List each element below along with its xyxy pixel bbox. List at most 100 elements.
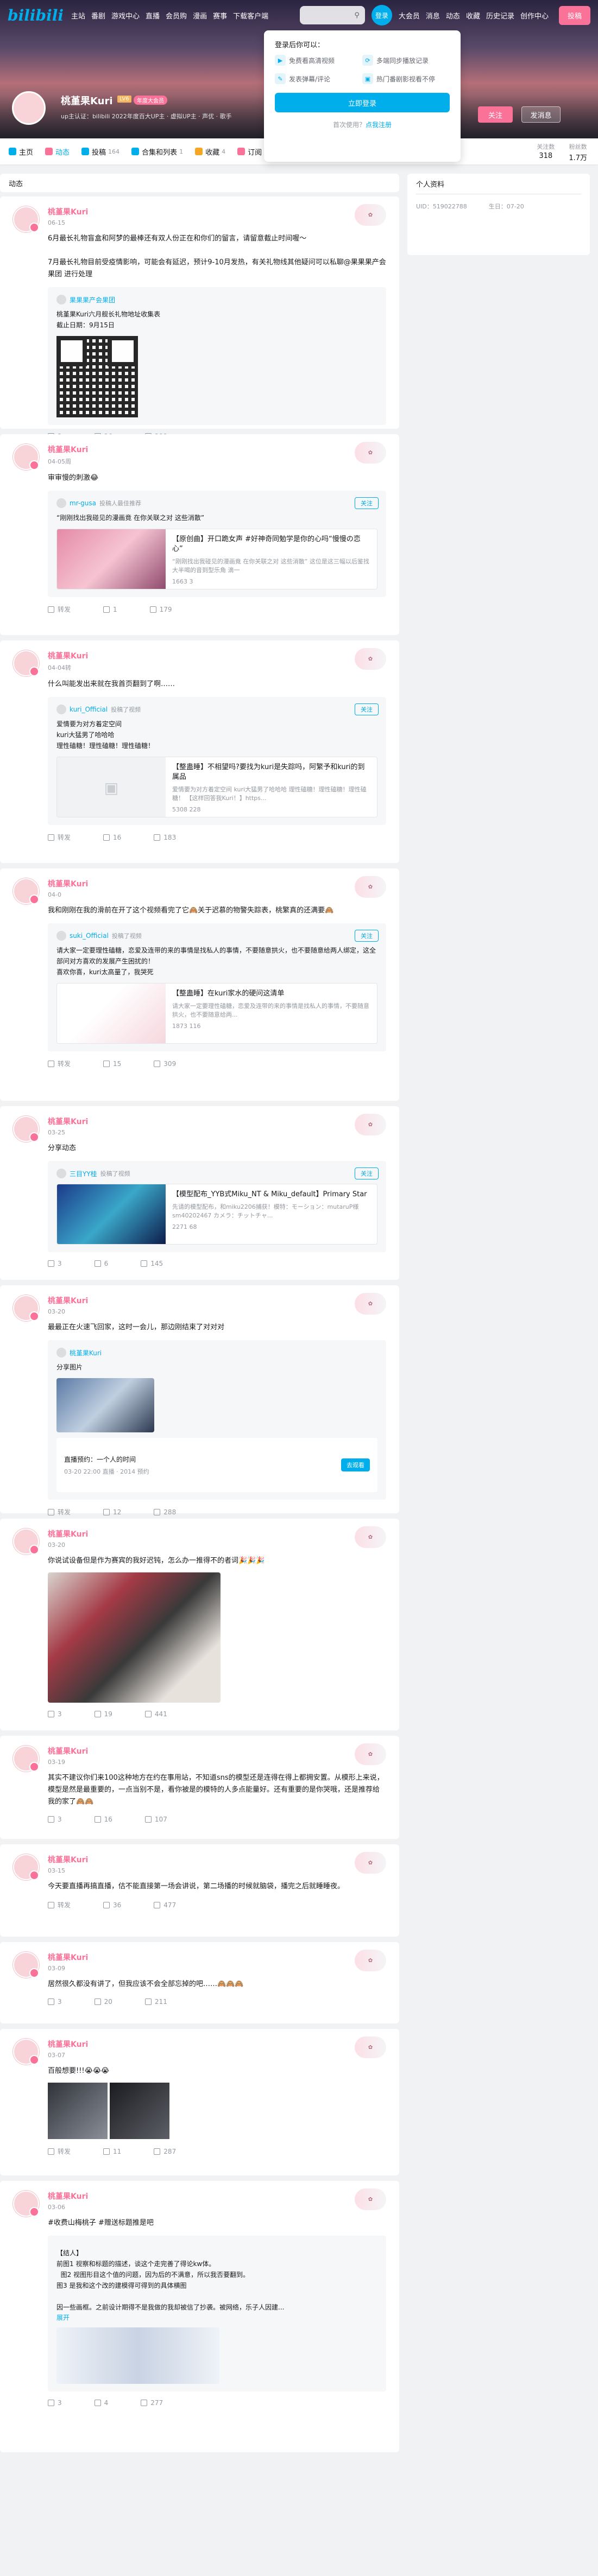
qr-code-image[interactable] [56, 336, 138, 417]
post-image[interactable] [110, 2083, 169, 2139]
post-avatar[interactable] [13, 444, 39, 470]
expand-link[interactable]: 展开 [56, 2313, 377, 2322]
shared-image[interactable] [56, 1378, 154, 1432]
forward-author[interactable]: 桃堇果Kuri [56, 1348, 377, 1357]
nav-history[interactable]: 历史记录 [486, 10, 514, 21]
post-author[interactable]: 桃堇果Kuri [48, 1295, 386, 1306]
post-avatar[interactable] [13, 1528, 39, 1555]
share-button[interactable]: 转发 [48, 1900, 71, 1909]
video-title[interactable]: 【整蛊睡】在kuri家水的硬问这清单 [172, 989, 370, 999]
forward-image[interactable] [56, 2327, 219, 2384]
upload-button[interactable]: 投稿 [558, 5, 590, 25]
forward-author-name[interactable]: 三目YY桂 [70, 1169, 97, 1178]
comment-button[interactable]: 16 [103, 833, 121, 842]
video-title[interactable]: 【模型配布_YYB式Miku_NT & Miku_default】Primary… [172, 1190, 370, 1200]
like-button[interactable]: 179 [149, 605, 172, 614]
comment-button[interactable]: 15 [103, 1059, 121, 1068]
forward-author-name[interactable]: kuri_Official [70, 706, 108, 713]
post-avatar[interactable] [13, 1116, 39, 1142]
login-button[interactable]: 立即登录 [275, 93, 450, 112]
comment-button[interactable]: 11 [103, 2147, 121, 2156]
like-button[interactable]: 183 [154, 833, 176, 842]
forward-author[interactable]: 果果果产会果团 [56, 295, 377, 304]
comment-button[interactable]: 12 [103, 1507, 121, 1517]
nav-link-anime[interactable]: 番剧 [91, 10, 105, 21]
post-author[interactable]: 桃堇果Kuri [48, 206, 386, 217]
comment-button[interactable]: 4 [94, 2399, 108, 2407]
nav-creator[interactable]: 创作中心 [520, 10, 549, 21]
nav-link-manga[interactable]: 漫画 [193, 10, 207, 21]
video-title[interactable]: 【原创曲】开口跪女声 #好神奇同勉学是你的心吗“慢慢の恋心” [172, 535, 370, 554]
post-author[interactable]: 桃堇果Kuri [48, 1528, 386, 1539]
comment-button[interactable]: 20 [94, 1998, 112, 2006]
post-author[interactable]: 桃堇果Kuri [48, 650, 386, 661]
forward-author-name[interactable]: suki_Official [70, 932, 109, 940]
post-avatar[interactable] [13, 878, 39, 904]
share-button[interactable]: 3 [48, 1710, 62, 1718]
post-avatar[interactable] [13, 1854, 39, 1880]
forward-author-name[interactable]: 桃堇果Kuri [70, 1348, 102, 1357]
like-button[interactable]: 145 [141, 1260, 163, 1267]
like-button[interactable]: 287 [154, 2147, 176, 2156]
share-button[interactable]: 转发 [48, 605, 71, 614]
post-avatar[interactable] [13, 650, 39, 676]
video-thumbnail[interactable] [57, 1184, 166, 1244]
like-button[interactable]: 211 [144, 1998, 167, 2006]
post-author[interactable]: 桃堇果Kuri [48, 1952, 386, 1963]
follow-button[interactable]: 关注 [478, 106, 513, 123]
post-author[interactable]: 桃堇果Kuri [48, 444, 386, 455]
post-image[interactable] [48, 2083, 108, 2139]
video-title[interactable]: 【整蛊睡】不相望吗?要找为kuri是失踪吗，阿繁予和kuri的到属品 [172, 763, 370, 782]
share-button[interactable]: 3 [48, 1998, 62, 2006]
like-button[interactable]: 309 [154, 1059, 176, 1068]
post-author[interactable]: 桃堇果Kuri [48, 878, 386, 889]
nav-vip[interactable]: 大会员 [399, 10, 420, 21]
post-avatar[interactable] [13, 206, 39, 232]
nav-link-download[interactable]: 下载客户端 [233, 10, 268, 21]
comment-button[interactable]: 19 [94, 1710, 112, 1718]
post-author[interactable]: 桃堇果Kuri [48, 1854, 386, 1865]
post-avatar[interactable] [13, 1295, 39, 1321]
stat-fans[interactable]: 粉丝数 1.7万 [569, 142, 587, 162]
share-button[interactable]: 3 [48, 1816, 62, 1823]
subscribe-button[interactable]: 关注 [355, 703, 379, 715]
video-thumbnail-placeholder[interactable]: ▣ [57, 757, 166, 817]
comment-button[interactable]: 16 [94, 1816, 112, 1823]
video-card[interactable]: 【模型配布_YYB式Miku_NT & Miku_default】Primary… [56, 1184, 377, 1245]
post-image[interactable] [48, 1572, 221, 1703]
share-button[interactable]: 3 [48, 2399, 62, 2407]
nav-messages[interactable]: 消息 [426, 10, 440, 21]
share-button[interactable]: 转发 [48, 2147, 71, 2156]
nav-link-live[interactable]: 直播 [146, 10, 160, 21]
forward-author-name[interactable]: 果果果产会果团 [70, 295, 115, 304]
forward-author[interactable]: kuri_Official 投稿了视频 [56, 705, 377, 714]
share-button[interactable]: 3 [48, 1260, 62, 1267]
tab-home[interactable]: 主页 [9, 147, 33, 157]
video-thumbnail[interactable] [57, 529, 166, 589]
video-card[interactable]: ▣ 【整蛊睡】不相望吗?要找为kuri是失踪吗，阿繁予和kuri的到属品 爱情要为… [56, 757, 377, 817]
post-avatar[interactable] [13, 1952, 39, 1978]
nav-favorites[interactable]: 收藏 [466, 10, 480, 21]
forward-author[interactable]: mr-gusa 投稿人最佳推荐 [56, 498, 377, 508]
tab-videos[interactable]: 投稿 164 [81, 147, 119, 157]
nav-link-shop[interactable]: 会员购 [166, 10, 187, 21]
share-button[interactable]: 转发 [48, 1059, 71, 1068]
profile-avatar[interactable] [12, 91, 46, 125]
like-button[interactable]: 477 [154, 1900, 176, 1909]
post-author[interactable]: 桃堇果Kuri [48, 1746, 386, 1756]
message-button[interactable]: 发消息 [521, 106, 561, 123]
search-box[interactable]: ⚲ [299, 6, 365, 24]
login-avatar-button[interactable]: 登录 [371, 5, 392, 26]
subscribe-button[interactable]: 关注 [355, 1168, 379, 1179]
tab-collections[interactable]: 合集和列表 1 [131, 147, 183, 157]
post-author[interactable]: 桃堇果Kuri [48, 2039, 386, 2050]
like-button[interactable]: 277 [141, 2399, 163, 2407]
like-button[interactable]: 441 [144, 1710, 167, 1718]
like-button[interactable]: 107 [144, 1816, 167, 1823]
share-button[interactable]: 转发 [48, 1507, 71, 1517]
forward-author[interactable]: 三目YY桂 投稿了视频 [56, 1169, 377, 1178]
forward-author[interactable]: suki_Official 投稿了视频 [56, 931, 377, 941]
nav-link-games[interactable]: 游戏中心 [111, 10, 140, 21]
nav-dynamics[interactable]: 动态 [446, 10, 460, 21]
comment-button[interactable]: 36 [103, 1900, 121, 1909]
